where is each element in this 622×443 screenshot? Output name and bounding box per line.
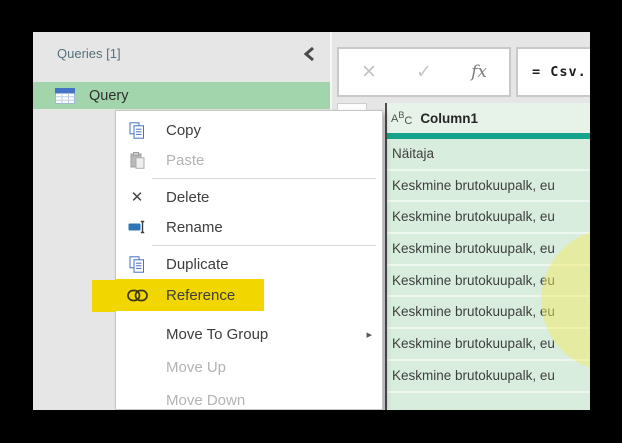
text-type-icon: ABC [391, 110, 413, 127]
data-preview-table: ABC Column1 Näitaja Keskmine brutokuupalk… [385, 103, 590, 410]
menu-item-label: Move Down [166, 391, 246, 409]
table-row[interactable] [387, 393, 590, 411]
formula-text: = Csv. [532, 64, 587, 80]
reference-highlight-annotation [92, 280, 116, 312]
menu-item-rename[interactable]: Rename [116, 212, 382, 242]
table-row[interactable]: Näitaja [387, 139, 590, 171]
app-window: Queries [1] Query ✕ ✓ fx = Csv. ABC Colu… [33, 32, 590, 410]
menu-item-move-to-group[interactable]: Move To Group ▸ [116, 319, 382, 349]
fx-icon[interactable]: fx [471, 62, 487, 82]
table-row[interactable]: Keskmine brutokuupalk, eu [387, 361, 590, 393]
table-row[interactable]: Keskmine brutokuupalk, eu [387, 329, 590, 361]
menu-item-label: Duplicate [166, 255, 229, 273]
menu-item-label: Move To Group [166, 325, 269, 343]
table-row[interactable]: Keskmine brutokuupalk, eu [387, 171, 590, 203]
query-list-item[interactable]: Query [33, 82, 330, 109]
menu-separator [152, 245, 376, 246]
menu-item-move-up[interactable]: Move Up [116, 352, 382, 382]
menu-item-label: Rename [166, 218, 223, 236]
table-icon [55, 87, 75, 104]
paste-icon [124, 151, 150, 169]
queries-pane-title: Queries [1] [57, 46, 121, 61]
cancel-icon[interactable]: ✕ [361, 61, 377, 83]
table-body: Näitaja Keskmine brutokuupalk, eu Keskmine… [387, 139, 590, 410]
table-row[interactable]: Keskmine brutokuupalk, eu [387, 234, 590, 266]
table-row[interactable]: Keskmine brutokuupalk, eu [387, 202, 590, 235]
formula-input[interactable]: = Csv. [516, 47, 590, 97]
menu-item-label: Copy [166, 121, 202, 139]
query-name: Query [89, 87, 129, 104]
submenu-arrow-icon: ▸ [366, 328, 372, 341]
screenshot-root: { "queries_pane": { "header": "Queries [… [0, 0, 622, 443]
menu-item-copy[interactable]: Copy [116, 115, 382, 145]
menu-separator [152, 178, 376, 179]
copy-icon [124, 121, 150, 139]
chevron-left-icon[interactable] [302, 46, 316, 62]
formula-toolbar: ✕ ✓ fx [337, 47, 511, 97]
link-icon [124, 289, 150, 302]
confirm-icon[interactable]: ✓ [416, 61, 432, 83]
menu-item-duplicate[interactable]: Duplicate [116, 249, 382, 279]
column-header[interactable]: ABC Column1 [387, 103, 590, 133]
copy-icon [124, 255, 150, 273]
menu-item-label: Delete [166, 188, 210, 206]
context-menu: Copy Paste ✕ Delete Rename Duplicate Reference… [115, 110, 383, 410]
menu-item-label: Reference [166, 286, 236, 304]
table-row[interactable]: Keskmine brutokuupalk, eu [387, 266, 590, 298]
column-title: Column1 [420, 110, 479, 126]
menu-item-move-down[interactable]: Move Down [116, 385, 382, 410]
menu-item-paste[interactable]: Paste [116, 145, 382, 175]
rename-icon [124, 220, 150, 234]
menu-item-label: Move Up [166, 358, 227, 376]
menu-item-label: Paste [166, 151, 205, 169]
menu-item-reference[interactable]: Reference [116, 279, 382, 311]
table-row[interactable]: Keskmine brutokuupalk, eu [387, 297, 590, 330]
delete-icon: ✕ [130, 188, 144, 206]
menu-item-delete[interactable]: ✕ Delete [116, 182, 382, 212]
